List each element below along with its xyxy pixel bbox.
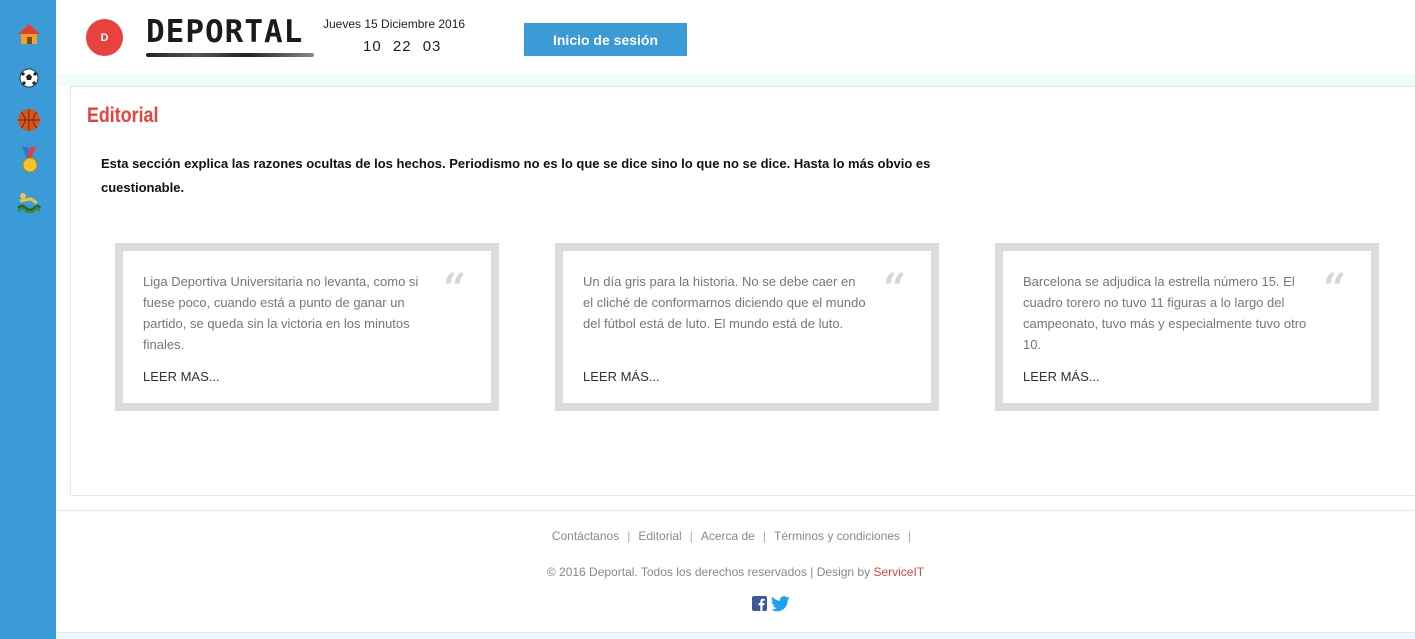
footer-links: Contáctanos | Editorial | Acerca de | Términos…: [0, 529, 1415, 543]
footer-link-editorial[interactable]: Editorial: [638, 529, 681, 543]
read-more-link[interactable]: LEER MAS...: [143, 369, 220, 384]
logo-underline: [146, 53, 314, 57]
section-intro: Esta sección explica las razones ocultas…: [101, 156, 931, 195]
twitter-icon[interactable]: [771, 596, 790, 617]
basketball-icon[interactable]: [17, 108, 41, 132]
logo-text: DEPORTAL: [146, 14, 304, 50]
swimmer-icon[interactable]: [17, 190, 41, 214]
notification-badge[interactable]: D: [86, 19, 123, 56]
medal-icon[interactable]: [17, 147, 41, 173]
header-band: [56, 74, 1415, 86]
quote-icon: “: [1322, 265, 1346, 312]
card-text: Un día gris para la historia. No se debe…: [583, 274, 866, 331]
footer-separator: |: [627, 529, 631, 543]
footer-separator: |: [689, 529, 693, 543]
editorial-card: Un día gris para la historia. No se debe…: [555, 243, 939, 411]
card-text: Liga Deportiva Universitaria no levanta,…: [143, 274, 419, 352]
current-date: Jueves 15 Diciembre 2016: [323, 17, 466, 31]
footer-separator: |: [908, 529, 912, 543]
home-icon[interactable]: [17, 22, 41, 46]
facebook-icon[interactable]: [752, 596, 767, 617]
footer-link-about[interactable]: Acerca de: [701, 529, 755, 543]
footer-bottom-band: [56, 632, 1415, 639]
quote-icon: “: [882, 265, 906, 312]
designer-link[interactable]: ServiceIT: [873, 565, 924, 579]
editorial-card: Barcelona se adjudica la estrella número…: [995, 243, 1379, 411]
current-time: 10 22 03: [363, 38, 442, 55]
editorial-card: Liga Deportiva Universitaria no levanta,…: [115, 243, 499, 411]
page-title: Editorial: [87, 104, 159, 127]
footer-separator: |: [762, 529, 766, 543]
card-text: Barcelona se adjudica la estrella número…: [1023, 274, 1307, 352]
copyright-text: © 2016 Deportal. Todos los derechos rese…: [546, 565, 807, 579]
soccer-ball-icon[interactable]: [17, 66, 41, 90]
read-more-link[interactable]: LEER MÁS...: [1023, 369, 1100, 384]
quote-icon: “: [442, 265, 466, 312]
design-prefix: | Design by: [810, 565, 871, 579]
footer-link-terms[interactable]: Términos y condiciones: [774, 529, 900, 543]
login-button[interactable]: Inicio de sesión: [524, 23, 687, 56]
copyright: © 2016 Deportal. Todos los derechos rese…: [0, 565, 1415, 579]
footer-link-contact[interactable]: Contáctanos: [552, 529, 619, 543]
header: D DEPORTAL Jueves 15 Diciembre 2016 10 2…: [56, 0, 1415, 74]
sidebar: [0, 0, 56, 639]
deportal-logo[interactable]: DEPORTAL: [146, 12, 316, 62]
footer-divider: [56, 510, 1415, 511]
editorial-panel: Editorial Esta sección explica las razon…: [70, 86, 1415, 496]
read-more-link[interactable]: LEER MÁS...: [583, 369, 660, 384]
social-links: [752, 596, 790, 617]
